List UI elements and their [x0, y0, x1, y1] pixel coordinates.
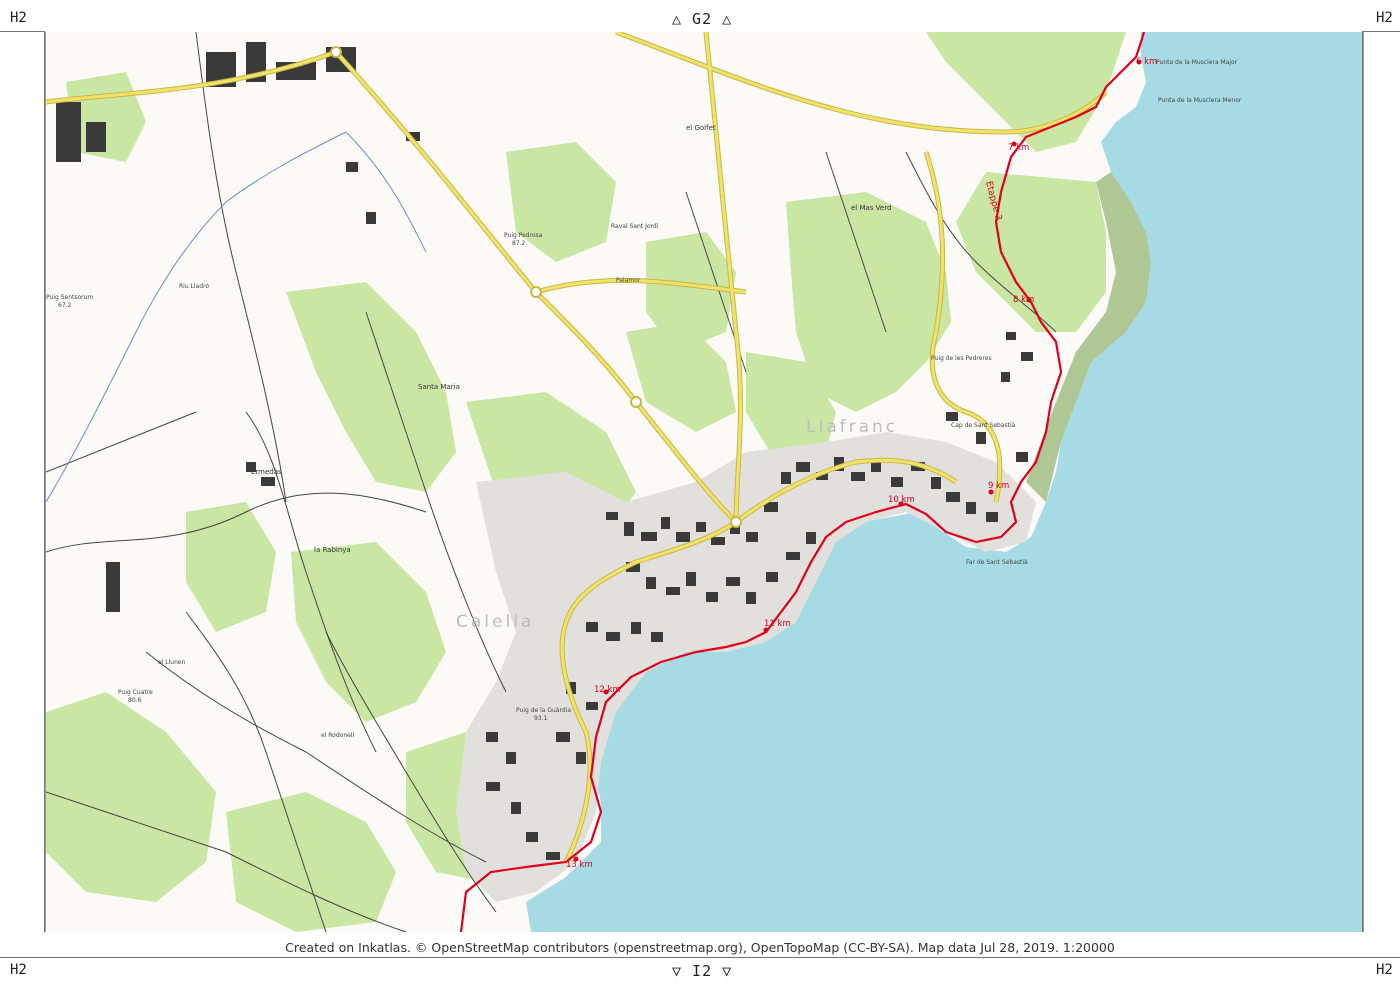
frame-line-right: [1362, 32, 1363, 932]
town-label-llafranc: Llafranc: [806, 417, 898, 437]
label-puig-pedrosa: Puig Pedrosa: [504, 232, 543, 239]
label-puig-pedreres: Puig de les Pedreres: [931, 355, 992, 362]
label-santa-maria: Santa Maria: [418, 383, 460, 391]
label-raval-sant-jordi: Raval Sant Jordi: [611, 223, 659, 230]
label-puig-guardia: Puig de la Guàrdia: [516, 707, 571, 714]
label-puig-santsorum-alt: 67.2: [58, 302, 72, 309]
corner-top-left: H2: [10, 10, 27, 26]
map-attribution: Created on Inkatlas. © OpenStreetMap con…: [285, 940, 1115, 955]
label-sant-sebastia: Far de Sant Sebastià: [966, 559, 1028, 566]
nav-south-link[interactable]: ▽ I2 ▽: [672, 962, 732, 980]
label-cap-sant-sebastia: Cap de Sant Sebastià: [951, 422, 1016, 429]
label-el-golfet: el Golfet: [686, 124, 716, 132]
km-label-10: 10 km: [888, 495, 915, 505]
label-puig-cuatre: Puig Cuatre: [118, 689, 153, 696]
corner-bottom-right: H2: [1376, 962, 1393, 978]
label-puig-pedrosa-alt: 87.2: [512, 240, 526, 247]
frame-line-left: [44, 32, 45, 932]
label-el-rodonell: el Rodonell: [321, 732, 354, 739]
label-el-mas-verd: el Mas Verd: [851, 204, 891, 212]
label-riu-lladres: Riu Lladró: [179, 283, 209, 290]
map-canvas[interactable]: 13 km 12 km 11 km 10 km 9 km 8 km 7 km 6…: [45, 32, 1364, 932]
km-label-9: 9 km: [988, 481, 1009, 491]
label-punta-musclera-menor: Punta de la Musclera Menor: [1158, 97, 1242, 104]
label-el-llunen: el Llunen: [158, 659, 186, 666]
km-label-13: 13 km: [566, 860, 593, 870]
map-svg: 13 km 12 km 11 km 10 km 9 km 8 km 7 km 6…: [46, 32, 1363, 932]
label-palamor: Palamor: [616, 277, 641, 284]
corner-top-right: H2: [1376, 10, 1393, 26]
label-puig-guardia-alt: 93.1: [534, 715, 548, 722]
roundabout-north: [530, 286, 542, 298]
label-puig-cuatre-alt: 80.6: [128, 697, 142, 704]
roundabout-center: [730, 516, 742, 528]
corner-bottom-left: H2: [10, 962, 27, 978]
frame-line-bottom: [0, 957, 1400, 958]
frame-top: H2 △ G2 △ H2: [0, 0, 1400, 32]
label-punta-musclera-major: Punta de la Musclera Major: [1156, 59, 1238, 66]
town-label-calella: Calella: [456, 612, 534, 632]
km-label-12: 12 km: [594, 685, 621, 695]
label-ermedas: Ermedàs: [251, 468, 282, 476]
label-la-rabinya: la Rabinya: [314, 546, 351, 554]
frame-line-top: [0, 31, 45, 32]
nav-north-link[interactable]: △ G2 △: [672, 10, 732, 28]
frame-line-top-right: [1362, 31, 1400, 32]
km-label-11: 11 km: [764, 619, 791, 629]
km-label-7: 7 km: [1008, 143, 1029, 153]
label-puig-santsorum: Puig Sentsorum: [46, 294, 93, 301]
km-label-6: 6 km: [1136, 57, 1157, 67]
km-label-8: 8 km: [1013, 295, 1034, 305]
roundabout-south: [630, 396, 642, 408]
roundabout-northwest: [330, 46, 342, 58]
